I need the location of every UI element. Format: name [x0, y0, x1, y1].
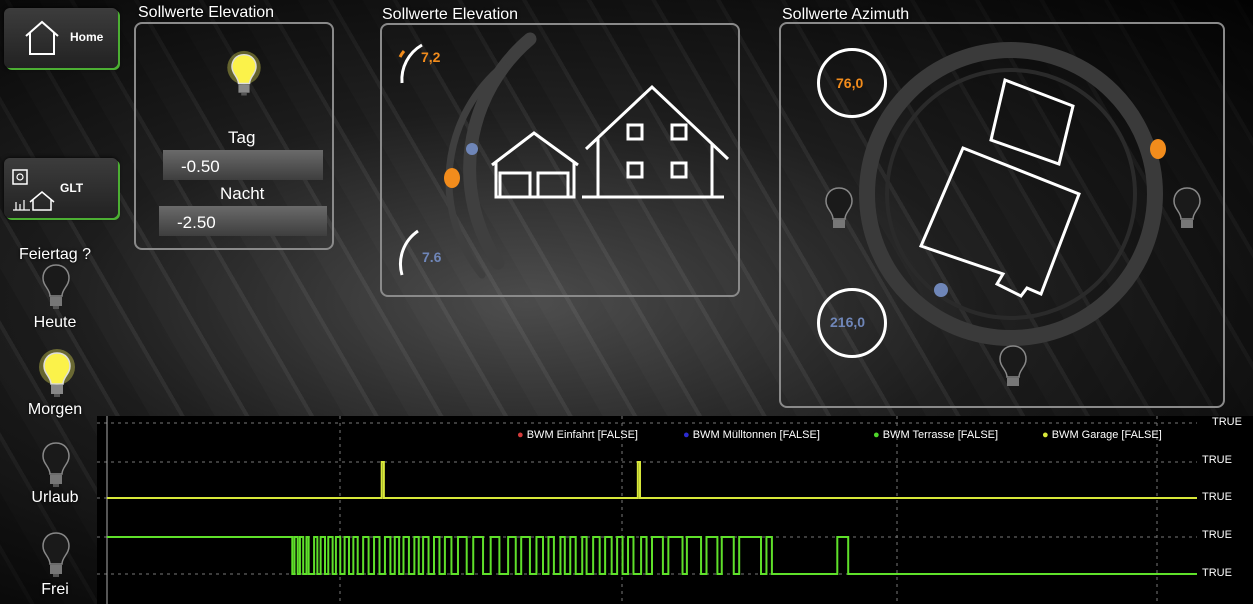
ytick-label: TRUE	[1202, 491, 1232, 503]
ytick-label: TRUE	[1202, 567, 1232, 579]
legend-marker-terrasse: ●	[873, 429, 880, 441]
legend-label-garage: BWM Garage [FALSE]	[1051, 429, 1162, 441]
elevation-setpoints-title: Sollwerte Elevation	[138, 4, 275, 21]
holiday-tomorrow-bulb-on-icon	[39, 349, 75, 397]
legend-label-terrasse: BWM Terrasse [FALSE]	[882, 429, 999, 441]
glt-label: GLT	[60, 181, 84, 195]
legend-item-einfahrt[interactable]: ● BWM Einfahrt [FALSE]	[517, 429, 638, 441]
tag-label: Tag	[228, 128, 256, 147]
building-control-icon	[12, 169, 55, 211]
home-button[interactable]: Home	[4, 8, 118, 68]
elevation-bottom-value: 7.6	[422, 249, 442, 265]
azimuth-gauge-panel: 76,0 216,0	[779, 22, 1225, 408]
ytick-label: TRUE	[1202, 529, 1232, 541]
nacht-label: Nacht	[220, 184, 265, 203]
legend-marker-einfahrt: ●	[517, 429, 524, 441]
series-garage-line	[107, 461, 1197, 499]
legend-item-muelltonnen[interactable]: ● BWM Mülltonnen [FALSE]	[683, 429, 820, 441]
home-label: Home	[70, 30, 104, 44]
legend-marker-garage: ●	[1042, 429, 1049, 441]
elevation-gauge-panel: 7,2 7.6	[380, 23, 740, 297]
nacht-value-field[interactable]: -2.50	[159, 206, 327, 236]
legend-marker-muelltonnen: ●	[683, 429, 690, 441]
heute-label: Heute	[33, 314, 77, 331]
legend-label-einfahrt: BWM Einfahrt [FALSE]	[526, 429, 638, 441]
glt-button[interactable]: GLT	[4, 158, 118, 218]
house-icon	[25, 20, 59, 55]
frei-label: Frei	[41, 581, 69, 598]
tag-value-field[interactable]: -0.50	[163, 150, 323, 180]
azimuth-bottom-value: 216,0	[830, 314, 866, 330]
legend-item-garage[interactable]: ● BWM Garage [FALSE]	[1042, 429, 1162, 441]
elevation-top-value: 7,2	[421, 49, 441, 65]
ytick-label: TRUE	[1212, 416, 1242, 428]
free-day-bulb-icon	[42, 532, 70, 577]
legend-item-terrasse[interactable]: ● BWM Terrasse [FALSE]	[873, 429, 998, 441]
holiday-today-bulb-icon	[42, 264, 70, 309]
elevation-gauge-title: Sollwerte Elevation	[382, 6, 519, 23]
ytick-label: TRUE	[1202, 454, 1232, 466]
chart-canvas	[97, 416, 1197, 604]
elevation-setpoints-panel: Tag -0.50 Nacht -2.50	[134, 22, 334, 250]
series-terrasse-line	[107, 536, 1197, 575]
azimuth-top-value: 76,0	[836, 75, 864, 91]
urlaub-label: Urlaub	[31, 489, 79, 506]
motion-sensor-chart[interactable]: ● BWM Einfahrt [FALSE] ● BWM Mülltonnen …	[97, 416, 1253, 604]
elevation-bulb-on-icon	[227, 50, 261, 96]
morgen-label: Morgen	[27, 401, 83, 418]
vacation-bulb-icon	[42, 442, 70, 487]
legend-label-muelltonnen: BWM Mülltonnen [FALSE]	[692, 429, 820, 441]
